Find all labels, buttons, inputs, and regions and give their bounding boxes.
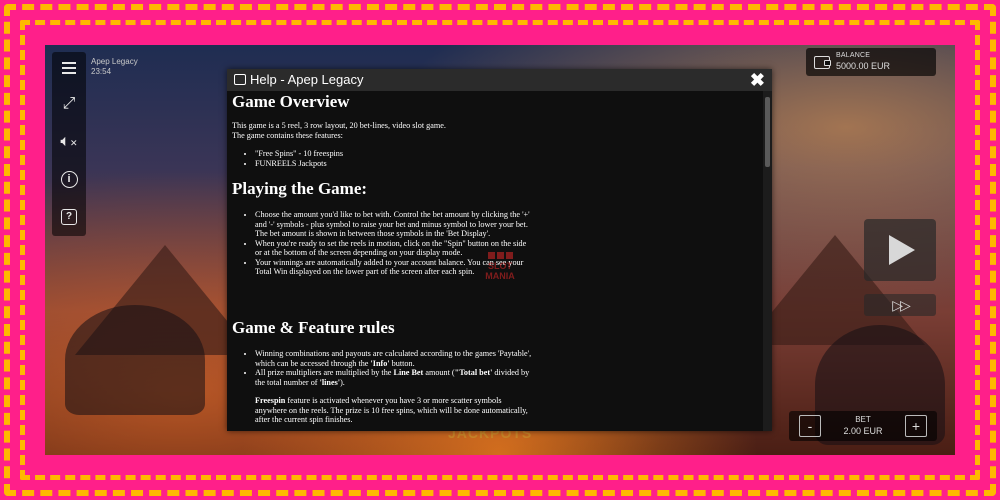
- rules-list: Winning combinations and payouts are cal…: [227, 349, 535, 425]
- balance-value: 5000.00 EUR: [836, 61, 891, 71]
- help-window-icon: [234, 74, 246, 85]
- close-icon[interactable]: ✖: [750, 69, 765, 91]
- spin-button[interactable]: [864, 219, 936, 281]
- scrollbar-thumb[interactable]: [765, 97, 770, 167]
- dialog-header: Help - Apep Legacy ✖: [227, 69, 772, 91]
- game-title-block: Apep Legacy 23:54: [91, 57, 138, 77]
- freespin-text: feature is activated whenever you have 3…: [255, 396, 528, 424]
- list-item: Winning combinations and payouts are cal…: [255, 349, 535, 368]
- play-icon: [889, 235, 915, 265]
- list-item: Freespin feature is activated whenever y…: [255, 396, 535, 425]
- overview-line-2: The game contains these features:: [232, 130, 343, 140]
- bet-panel: BET 2.00 EUR - +: [789, 411, 937, 441]
- help-icon[interactable]: ?: [52, 202, 86, 232]
- bet-increase-button[interactable]: +: [905, 415, 927, 437]
- watermark-dice: [481, 251, 519, 261]
- palm-left: [65, 305, 205, 415]
- turbo-button[interactable]: ▷▷: [864, 294, 936, 316]
- balance-label: BALANCE: [836, 52, 871, 59]
- freespin-emphasis: Freespin: [255, 396, 286, 405]
- heading-game-feature-rules: Game & Feature rules: [232, 318, 395, 337]
- list-item: Choose the amount you'd like to bet with…: [255, 210, 535, 239]
- fullscreen-icon[interactable]: ⤢: [52, 89, 86, 119]
- wallet-icon: [814, 56, 831, 69]
- overview-line-1: This game is a 5 reel, 3 row layout, 20 …: [232, 121, 446, 130]
- game-clock: 23:54: [91, 67, 112, 76]
- dialog-title: Help - Apep Legacy: [250, 72, 364, 87]
- lines-emphasis: 'lines': [319, 377, 341, 387]
- menu-icon[interactable]: [52, 52, 86, 82]
- heading-playing-the-game: Playing the Game:: [232, 179, 368, 198]
- rules-item-1-end: button.: [389, 358, 415, 368]
- watermark-line-1: SLOT: [488, 261, 512, 271]
- list-item: "Free Spins" - 10 freespins: [255, 149, 535, 159]
- watermark-logo: SLOT MANIA: [481, 251, 519, 315]
- game-name: Apep Legacy: [91, 57, 138, 66]
- info-icon[interactable]: i: [52, 165, 86, 195]
- rules-item-2-c: amount (: [423, 368, 455, 377]
- total-bet-emphasis: "Total bet': [454, 368, 493, 377]
- rules-item-2-a: All prize multipliers are multiplied by …: [255, 368, 394, 377]
- bet-decrease-button[interactable]: -: [799, 415, 821, 437]
- dialog-scrollbar[interactable]: [763, 91, 772, 431]
- heading-game-overview: Game Overview: [232, 92, 350, 111]
- balance-display: BALANCE 5000.00 EUR: [806, 48, 936, 76]
- sound-muted-icon[interactable]: 🔈︎✕: [52, 127, 86, 157]
- line-bet-emphasis: Line Bet: [393, 368, 424, 377]
- list-item: All prize multipliers are multiplied by …: [255, 368, 535, 387]
- overview-text: This game is a 5 reel, 3 row layout, 20 …: [232, 121, 552, 140]
- help-dialog: Help - Apep Legacy ✖ Game Overview This …: [227, 69, 772, 431]
- info-emphasis: 'Info': [370, 358, 390, 368]
- fast-forward-icon: ▷▷: [892, 297, 910, 313]
- rules-item-2-g: ).: [340, 377, 345, 387]
- watermark-line-2: MANIA: [485, 271, 515, 281]
- list-item: FUNREELS Jackpots: [255, 159, 535, 169]
- overview-feature-list: "Free Spins" - 10 freespins FUNREELS Jac…: [227, 149, 535, 168]
